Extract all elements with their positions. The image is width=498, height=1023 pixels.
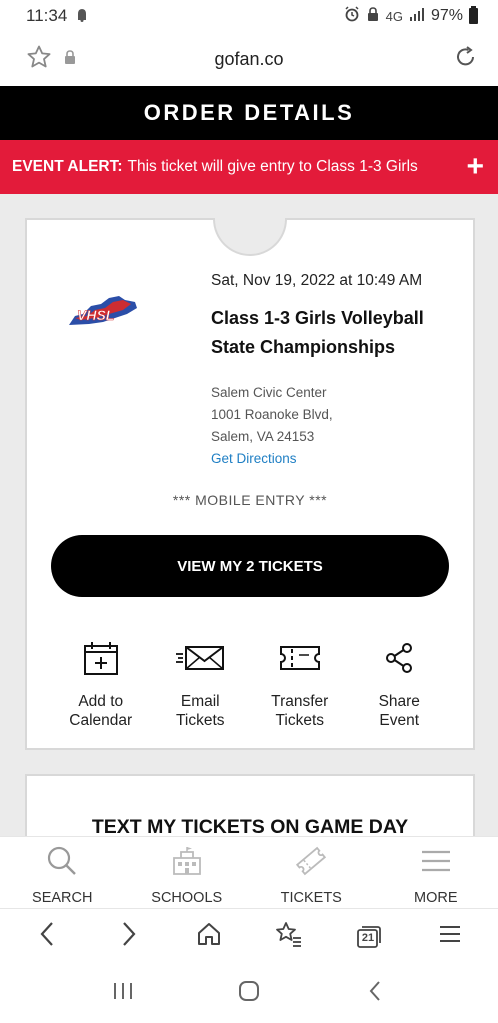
envelope-icon: [175, 640, 225, 676]
share-icon: [384, 640, 414, 676]
address-line2: Salem, VA 24153: [211, 429, 315, 444]
calendar-add-icon: [83, 640, 119, 676]
action-label-line1: Share: [378, 693, 420, 710]
status-time: 11:34: [26, 6, 68, 25]
expand-alert-icon[interactable]: +: [466, 152, 486, 182]
event-title-line1: Class 1-3 Girls Volleyball: [211, 308, 424, 328]
tabs-button[interactable]: 21: [349, 917, 389, 957]
battery-percent: 97%: [430, 7, 463, 24]
bookmarks-button[interactable]: [269, 917, 309, 957]
home-circle-icon: [237, 979, 261, 1008]
address-line1: 1001 Roanoke Blvd,: [211, 407, 333, 422]
nav-label: SEARCH: [32, 890, 93, 906]
nav-tickets[interactable]: TICKETS: [249, 837, 374, 908]
url-bar: gofan.co: [0, 32, 498, 86]
view-tickets-button[interactable]: VIEW MY 2 TICKETS: [51, 535, 449, 597]
venue-name: Salem Civic Center: [211, 385, 327, 400]
nav-label: MORE: [414, 890, 458, 906]
ticket-transfer-icon: [279, 640, 321, 676]
nav-more[interactable]: MORE: [374, 837, 498, 908]
action-label-line1: Add to: [78, 693, 124, 710]
event-title: Class 1-3 Girls Volleyball State Champio…: [211, 304, 461, 362]
bookmark-star-icon[interactable]: [26, 44, 52, 75]
chevron-right-icon: [118, 921, 138, 952]
alarm-icon: [344, 5, 360, 27]
ticket-icon: [294, 845, 328, 882]
text-tickets-card: TEXT MY TICKETS ON GAME DAY: [25, 774, 475, 836]
menu-icon: [420, 845, 452, 882]
alert-text: This ticket will give entry to Class 1-3…: [127, 158, 418, 175]
system-back-button[interactable]: [355, 974, 395, 1014]
event-date: Sat, Nov 19, 2022 at 10:49 AM: [211, 272, 423, 289]
ticket-actions: Add to Calendar Email Tickets Transfer T…: [51, 640, 449, 730]
mobile-entry-label: *** MOBILE ENTRY ***: [172, 492, 328, 508]
battery-icon: [469, 6, 478, 24]
recent-apps-icon: [112, 981, 134, 1006]
hamburger-icon: [439, 924, 461, 949]
home-icon: [196, 922, 222, 951]
nav-schools[interactable]: SCHOOLS: [125, 837, 250, 908]
chevron-left-icon: [38, 921, 58, 952]
nav-label: SCHOOLS: [151, 890, 223, 906]
school-icon: [171, 845, 203, 882]
vhsl-logo: VHSL: [65, 292, 141, 332]
action-label-line1: Email: [180, 693, 220, 710]
nav-search[interactable]: SEARCH: [0, 837, 125, 908]
action-label-line2: Event: [379, 712, 420, 729]
share-event-button[interactable]: Share Event: [350, 640, 450, 730]
browser-toolbar: 21: [0, 908, 498, 964]
email-tickets-button[interactable]: Email Tickets: [151, 640, 251, 730]
action-label-line1: Transfer: [271, 693, 329, 710]
status-left: 11:34: [26, 6, 89, 27]
network-type: 4G: [385, 8, 403, 24]
action-label-line2: Calendar: [69, 712, 133, 729]
text-tickets-title: TEXT MY TICKETS ON GAME DAY: [91, 816, 409, 836]
bookmarks-star-icon: [275, 921, 303, 952]
add-to-calendar-button[interactable]: Add to Calendar: [51, 640, 151, 730]
app-bottom-nav: SEARCH SCHOOLS TICKETS MORE: [0, 836, 498, 908]
event-info: Sat, Nov 19, 2022 at 10:49 AM Class 1-3 …: [211, 272, 461, 470]
logo-text: VHSL: [77, 307, 114, 323]
system-home-button[interactable]: [229, 974, 269, 1014]
system-nav-bar: [0, 964, 498, 1023]
secure-lock-icon: [64, 49, 76, 69]
page-title: ORDER DETAILS: [0, 86, 498, 140]
transfer-tickets-button[interactable]: Transfer Tickets: [250, 640, 350, 730]
signal-icon: [409, 7, 425, 26]
action-label-line2: Tickets: [175, 712, 225, 729]
event-alert-banner[interactable]: EVENT ALERT: This ticket will give entry…: [0, 140, 498, 194]
status-bar: 11:34 4G 97%: [0, 0, 498, 32]
lock-status-icon: [366, 6, 380, 27]
venue-address: Salem Civic Center 1001 Roanoke Blvd, Sa…: [211, 382, 461, 448]
tabs-icon: 21: [356, 925, 382, 949]
action-label-line2: Tickets: [275, 712, 324, 729]
tab-count: 21: [361, 931, 375, 944]
browser-menu-button[interactable]: [430, 917, 470, 957]
nav-label: TICKETS: [280, 890, 342, 906]
status-right: 4G 97%: [344, 5, 478, 27]
recent-apps-button[interactable]: [103, 974, 143, 1014]
notification-icon: [75, 6, 89, 27]
event-title-line2: State Championships: [211, 337, 396, 357]
main-content: VHSL Sat, Nov 19, 2022 at 10:49 AM Class…: [0, 194, 498, 836]
home-button[interactable]: [189, 917, 229, 957]
ticket-card: VHSL Sat, Nov 19, 2022 at 10:49 AM Class…: [25, 218, 475, 750]
get-directions-link[interactable]: Get Directions: [211, 448, 461, 470]
alert-label: EVENT ALERT:: [12, 158, 123, 175]
reload-icon[interactable]: [454, 45, 478, 73]
ticket-notch: [213, 218, 287, 256]
back-arrow-icon: [367, 980, 383, 1007]
back-button[interactable]: [28, 917, 68, 957]
search-icon: [46, 845, 78, 882]
forward-button[interactable]: [108, 917, 148, 957]
